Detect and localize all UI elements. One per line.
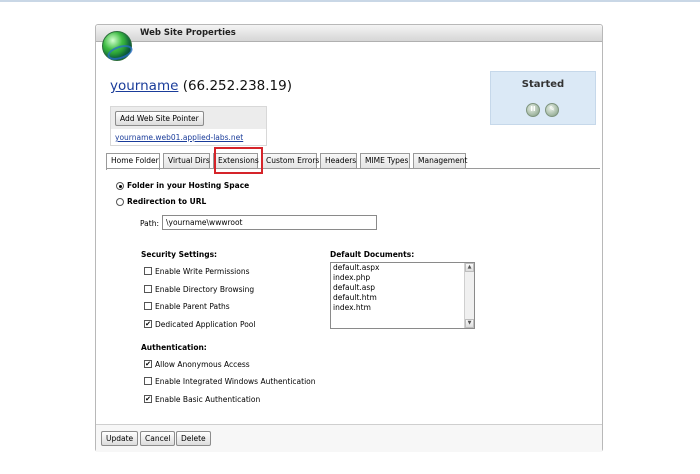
window-titlebar: Web Site Properties [96, 25, 602, 42]
list-item[interactable]: default.htm [331, 293, 474, 303]
tab-headers[interactable]: Headers [320, 153, 357, 169]
tab-custom-errors[interactable]: Custom Errors [261, 153, 319, 169]
enable-write-permissions-checkbox[interactable] [144, 267, 152, 275]
tab-management[interactable]: Management [413, 153, 467, 169]
window-title: Web Site Properties [140, 28, 236, 38]
delete-button[interactable]: Delete [176, 431, 211, 446]
dedicated-application-pool-checkbox[interactable]: ✔ [144, 320, 152, 328]
redirect-radio-label: Redirection to URL [127, 197, 207, 206]
status-panel: Started II ✎ [490, 71, 596, 125]
enable-integrated-windows-auth-checkbox[interactable] [144, 377, 152, 385]
site-heading: yourname (66.252.238.19) [110, 78, 292, 94]
enable-write-permissions-label: Enable Write Permissions [155, 267, 250, 276]
enable-directory-browsing-label: Enable Directory Browsing [155, 285, 255, 294]
security-settings-title: Security Settings: [141, 250, 218, 259]
redirect-radio[interactable] [116, 198, 124, 206]
update-button[interactable]: Update [101, 431, 139, 446]
list-item[interactable]: default.asp [331, 283, 474, 293]
enable-parent-paths-label: Enable Parent Paths [155, 302, 230, 311]
allow-anonymous-access-label: Allow Anonymous Access [155, 360, 250, 369]
enable-parent-paths-checkbox[interactable] [144, 302, 152, 310]
extensions-highlight-box [214, 147, 263, 174]
scroll-down-arrow-icon[interactable]: ▼ [465, 319, 474, 328]
tab-virtual-dirs[interactable]: Virtual Dirs [163, 153, 210, 169]
enable-basic-auth-label: Enable Basic Authentication [155, 395, 261, 404]
folder-radio[interactable] [116, 182, 124, 190]
pause-icon: II [530, 105, 536, 113]
enable-integrated-windows-auth-label: Enable Integrated Windows Authentication [155, 377, 316, 386]
site-name-link[interactable]: yourname [110, 78, 178, 94]
default-documents-list[interactable]: default.aspx index.php default.asp defau… [330, 262, 475, 329]
dedicated-application-pool-label: Dedicated Application Pool [155, 320, 256, 329]
tab-mime-types[interactable]: MIME Types [360, 153, 410, 169]
folder-radio-label: Folder in your Hosting Space [127, 181, 250, 190]
path-label: Path: [140, 219, 160, 228]
list-item[interactable]: index.php [331, 273, 474, 283]
enable-basic-auth-checkbox[interactable]: ✔ [144, 395, 152, 403]
list-item[interactable]: index.htm [331, 303, 474, 313]
add-web-site-pointer-button[interactable]: Add Web Site Pointer [115, 111, 204, 126]
edit-button[interactable]: ✎ [545, 103, 559, 117]
list-scrollbar[interactable]: ▲ ▼ [464, 263, 474, 328]
authentication-title: Authentication: [141, 343, 207, 352]
site-ip: (66.252.238.19) [182, 78, 293, 94]
list-item[interactable]: default.aspx [331, 263, 474, 273]
pointer-link[interactable]: yourname.web01.applied-labs.net [115, 133, 243, 142]
default-documents-title: Default Documents: [330, 250, 415, 259]
status-text: Started [521, 79, 565, 90]
pause-button[interactable]: II [526, 103, 540, 117]
pencil-icon: ✎ [549, 105, 555, 113]
cancel-button[interactable]: Cancel [140, 431, 176, 446]
path-input[interactable]: \yourname\wwwroot [162, 215, 377, 230]
allow-anonymous-access-checkbox[interactable]: ✔ [144, 360, 152, 368]
footer-bar: Update Cancel Delete [96, 424, 602, 452]
tab-divider [106, 168, 600, 169]
web-site-properties-window: Web Site Properties yourname (66.252.238… [95, 24, 603, 452]
globe-icon [102, 31, 132, 61]
pointer-box-header: Add Web Site Pointer [111, 107, 266, 129]
pointer-box: Add Web Site Pointer yourname.web01.appl… [110, 106, 267, 146]
scroll-up-arrow-icon[interactable]: ▲ [465, 263, 474, 272]
enable-directory-browsing-checkbox[interactable] [144, 285, 152, 293]
